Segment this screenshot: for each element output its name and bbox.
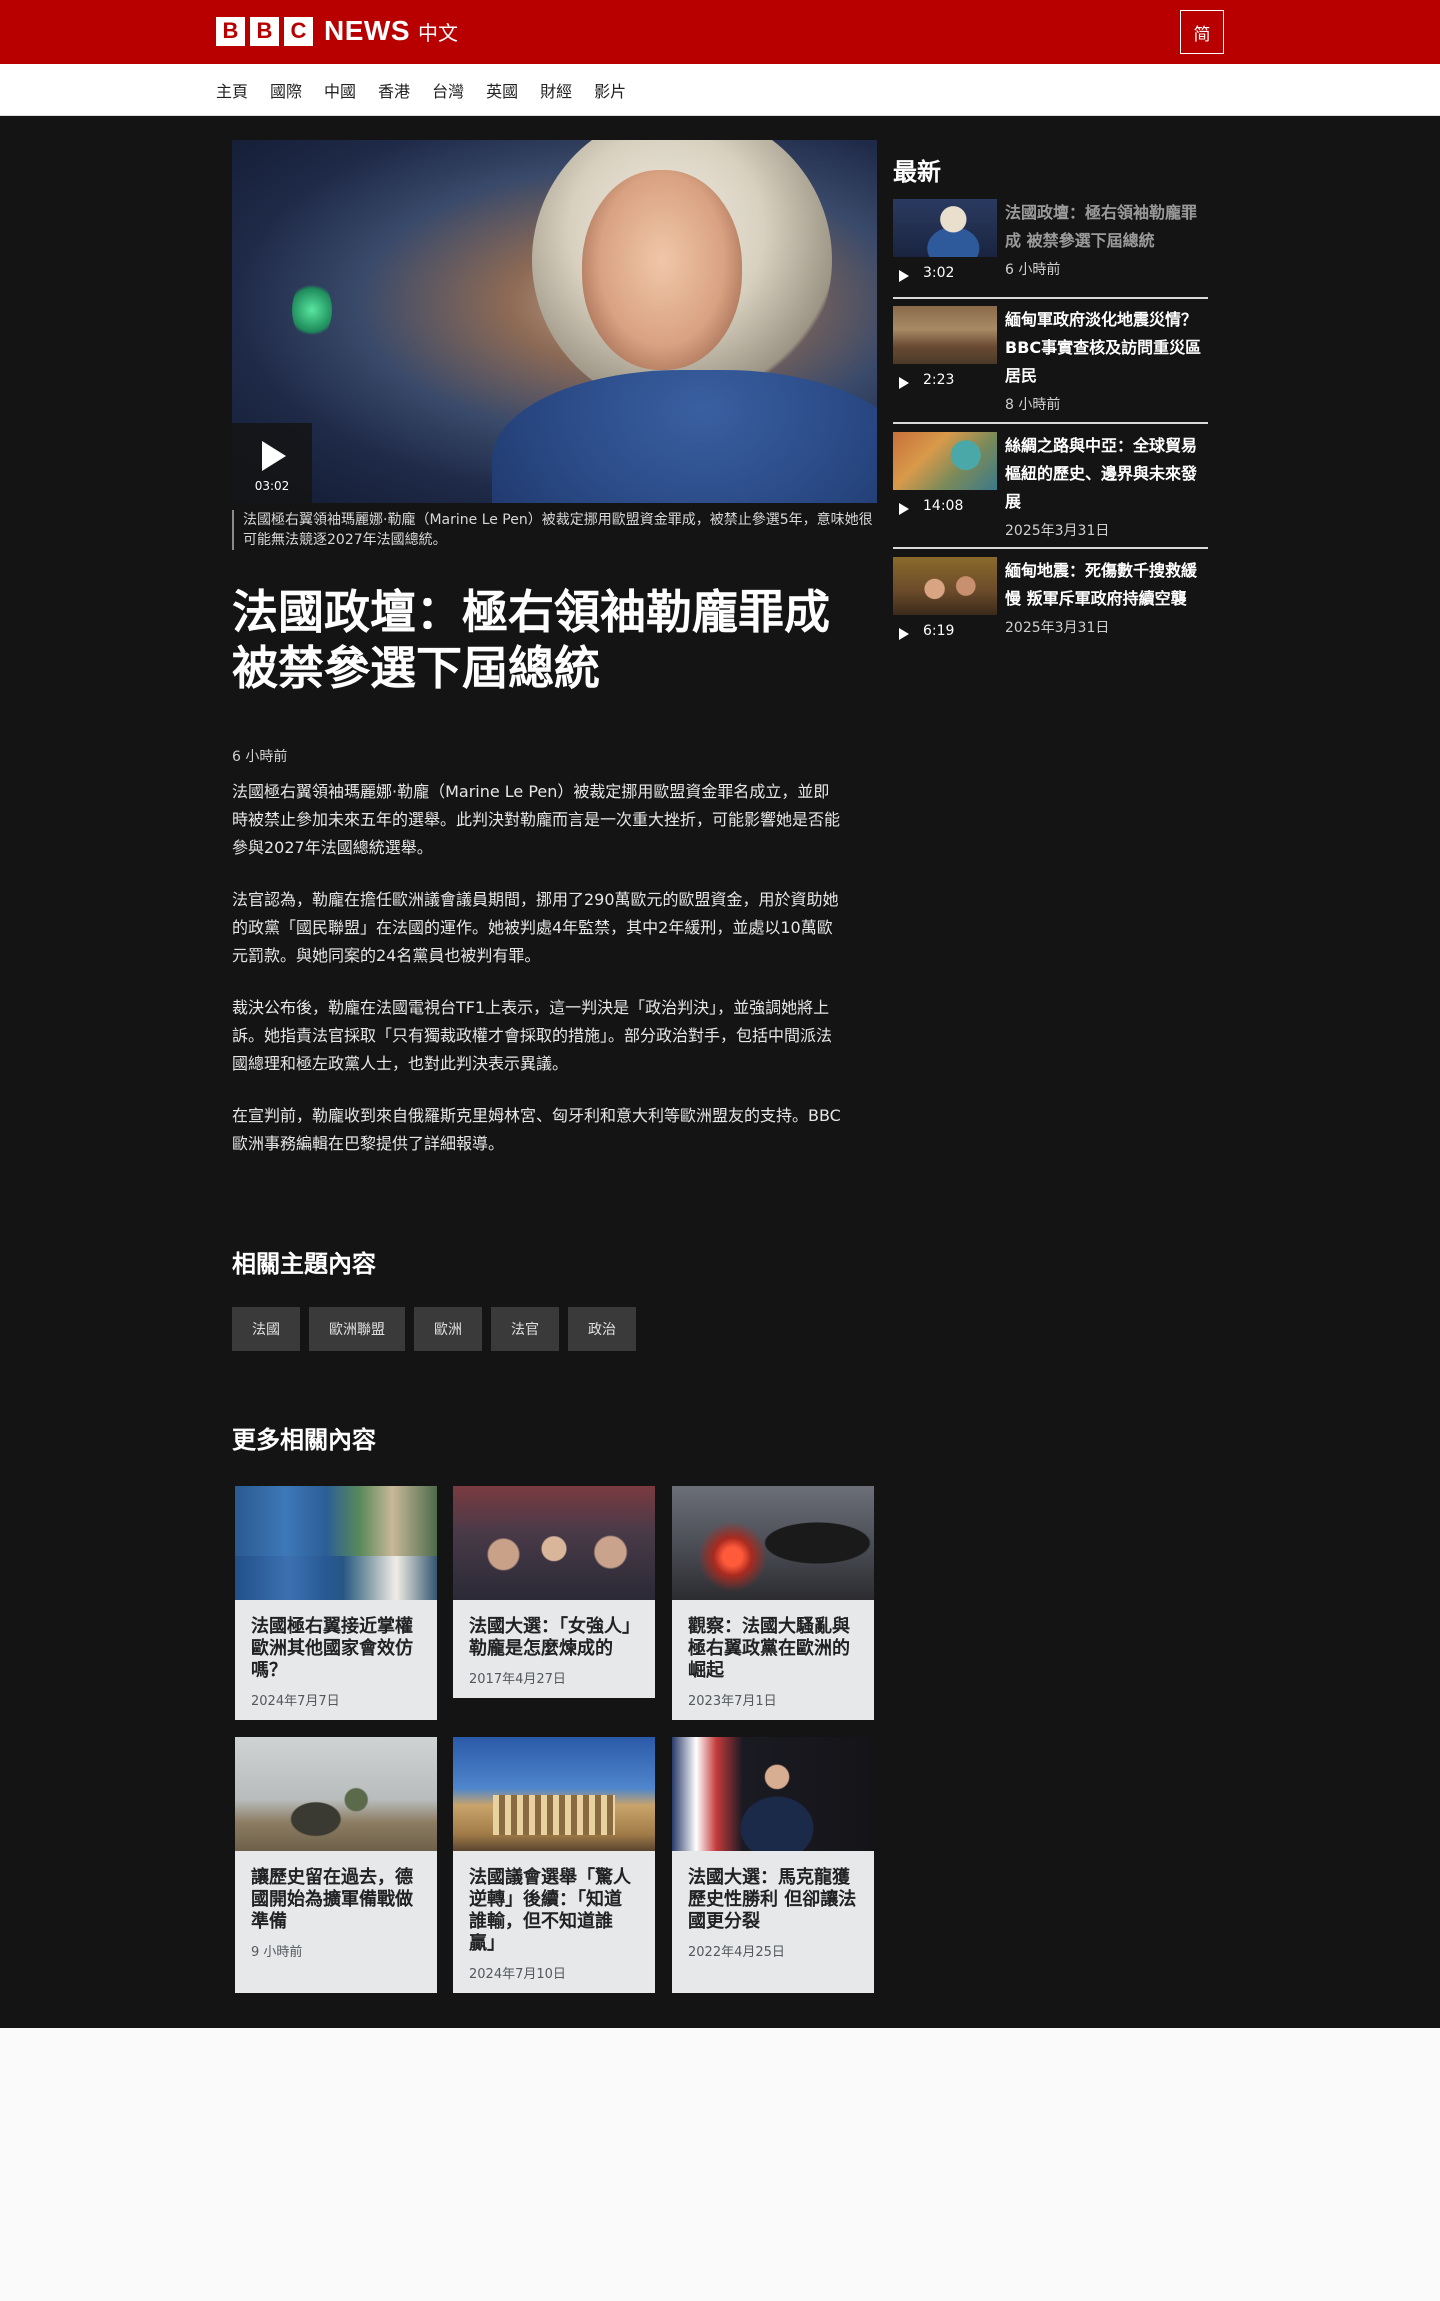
- latest-item-duration: 3:02: [923, 265, 955, 281]
- card-image-riot: [672, 1486, 874, 1600]
- hero-image-bokeh: [292, 280, 332, 340]
- latest-item-time: 2025年3月31日: [1005, 620, 1110, 636]
- nav-item-uk[interactable]: 英國: [486, 78, 518, 102]
- card-date: 2024年7月7日: [251, 1694, 340, 1709]
- latest-item[interactable]: 6:19 緬甸地震：死傷數千搜救緩慢 叛軍斥軍政府持續空襲 2025年3月31日: [893, 557, 1208, 647]
- main-navigation: 主頁 國際 中國 香港 台灣 英國 財經 影片: [0, 64, 1440, 116]
- play-icon: [899, 377, 909, 389]
- article-paragraph: 法國極右翼領袖瑪麗娜·勒龐（Marine Le Pen）被裁定挪用歐盟資金罪名成…: [232, 782, 841, 857]
- latest-item-thumbnail: [893, 557, 997, 615]
- video-duration: 03:02: [254, 479, 290, 493]
- card-title: 法國大選：「女強人」勒龐是怎麼煉成的: [469, 1616, 631, 1659]
- latest-item-title[interactable]: 緬甸地震：死傷數千搜救緩慢 叛軍斥軍政府持續空襲: [1005, 557, 1205, 613]
- topic-tags: 法國 歐洲聯盟 歐洲 法官 政治: [232, 1307, 645, 1351]
- nav-item-taiwan[interactable]: 台灣: [432, 78, 464, 102]
- card-title: 法國議會選舉「驚人逆轉」後續：「知道誰輸，但不知道誰贏」: [469, 1867, 631, 1954]
- play-icon: [899, 628, 909, 640]
- card-title: 法國大選：馬克龍獲歷史性勝利 但卻讓法國更分裂: [688, 1867, 857, 1932]
- article-body: 法國極右翼領袖瑪麗娜·勒龐（Marine Le Pen）被裁定挪用歐盟資金罪名成…: [232, 778, 844, 1182]
- topic-tag-france[interactable]: 法國: [232, 1307, 300, 1351]
- latest-title: 最新: [893, 158, 941, 186]
- topic-tag-politics[interactable]: 政治: [568, 1307, 636, 1351]
- article-paragraph: 法官認為，勒龐在擔任歐洲議會議員期間，挪用了290萬歐元的歐盟資金，用於資助她的…: [232, 890, 839, 965]
- nav-item-international[interactable]: 國際: [270, 78, 302, 102]
- more-related-title: 更多相關內容: [232, 1426, 376, 1454]
- card-date: 2017年4月27日: [469, 1672, 566, 1687]
- nav-item-business[interactable]: 財經: [540, 78, 572, 102]
- latest-item-title[interactable]: 絲綢之路與中亞：全球貿易樞紐的歷史、邊界與未來發展: [1005, 432, 1205, 516]
- nav-item-hong-kong[interactable]: 香港: [378, 78, 410, 102]
- latest-item-duration: 14:08: [923, 498, 964, 514]
- article-paragraph: 在宣判前，勒龐收到來自俄羅斯克里姆林宮、匈牙利和意大利等歐洲盟友的支持。BBC歐…: [232, 1106, 841, 1153]
- top-header: B B C NEWS 中文 简: [0, 0, 1440, 64]
- card-image-crowd: [453, 1486, 655, 1600]
- latest-item-time: 2025年3月31日: [1005, 523, 1110, 539]
- latest-item-thumbnail: [893, 199, 997, 257]
- hero-image-coat: [492, 370, 877, 503]
- simplified-chinese-toggle-button[interactable]: 简: [1180, 10, 1224, 54]
- play-icon: [899, 270, 909, 282]
- card-date: 2024年7月10日: [469, 1967, 566, 1982]
- latest-item-time: 8 小時前: [1005, 397, 1061, 413]
- nav-item-china[interactable]: 中國: [324, 78, 356, 102]
- card-image-parliament: [453, 1737, 655, 1851]
- topic-tag-europe[interactable]: 歐洲: [414, 1307, 482, 1351]
- related-card[interactable]: 讓歷史留在過去，德國開始為擴軍備戰做準備 9 小時前: [235, 1737, 437, 1993]
- related-card[interactable]: 法國大選：「女強人」勒龐是怎麼煉成的 2017年4月27日: [453, 1486, 655, 1698]
- related-topics-title: 相關主題內容: [232, 1250, 376, 1278]
- divider: [893, 547, 1208, 549]
- latest-item-thumbnail: [893, 306, 997, 364]
- logo-letter-c: C: [284, 16, 313, 46]
- play-button[interactable]: 03:02: [232, 423, 312, 503]
- card-image-macron: [672, 1737, 874, 1851]
- article-paragraph: 裁決公布後，勒龐在法國電視台TF1上表示，這一判決是「政治判決」，並強調她將上訴…: [232, 998, 833, 1073]
- video-caption: 法國極右翼領袖瑪麗娜·勒龐（Marine Le Pen）被裁定挪用歐盟資金罪成，…: [232, 510, 877, 550]
- topic-tag-judge[interactable]: 法官: [491, 1307, 559, 1351]
- related-card[interactable]: 觀察：法國大騷亂與極右翼政黨在歐洲的崛起 2023年7月1日: [672, 1486, 874, 1720]
- hero-image-face: [582, 170, 742, 370]
- card-date: 2023年7月1日: [688, 1694, 777, 1709]
- related-card[interactable]: 法國極右翼接近掌權 歐洲其他國家會效仿嗎？ 2024年7月7日: [235, 1486, 437, 1720]
- latest-item-title[interactable]: 緬甸軍政府淡化地震災情？BBC事實查核及訪問重災區居民: [1005, 306, 1205, 390]
- latest-item[interactable]: 2:23 緬甸軍政府淡化地震災情？BBC事實查核及訪問重災區居民 8 小時前: [893, 306, 1208, 416]
- logo-letter-b1: B: [216, 16, 245, 46]
- card-title: 觀察：法國大騷亂與極右翼政黨在歐洲的崛起: [688, 1616, 850, 1681]
- latest-item-duration: 6:19: [923, 623, 955, 639]
- play-icon: [899, 503, 909, 515]
- card-image-campaign-posters: [235, 1486, 437, 1600]
- card-date: 2022年4月25日: [688, 1945, 785, 1960]
- nav-item-home[interactable]: 主頁: [216, 78, 248, 102]
- latest-item[interactable]: 14:08 絲綢之路與中亞：全球貿易樞紐的歷史、邊界與未來發展 2025年3月3…: [893, 432, 1208, 542]
- divider: [893, 422, 1208, 424]
- nav-item-video[interactable]: 影片: [594, 78, 626, 102]
- related-card[interactable]: 法國大選：馬克龍獲歷史性勝利 但卻讓法國更分裂 2022年4月25日: [672, 1737, 874, 1993]
- latest-item[interactable]: 3:02 法國政壇：極右領袖勒龐罪成 被禁參選下屆總統 6 小時前: [893, 199, 1208, 289]
- logo-letter-b2: B: [250, 16, 279, 46]
- published-time: 6 小時前: [232, 749, 288, 765]
- logo-news-text: NEWS: [324, 15, 410, 46]
- bbc-news-logo[interactable]: B B C NEWS 中文: [216, 15, 458, 46]
- card-title: 法國極右翼接近掌權 歐洲其他國家會效仿嗎？: [251, 1616, 413, 1681]
- card-image-tank: [235, 1737, 437, 1851]
- latest-item-thumbnail: [893, 432, 997, 490]
- play-icon: [262, 441, 286, 471]
- article-headline: 法國政壇：極右領袖勒龐罪成 被禁參選下屆總統: [232, 585, 830, 695]
- card-title: 讓歷史留在過去，德國開始為擴軍備戰做準備: [251, 1867, 413, 1932]
- related-card[interactable]: 法國議會選舉「驚人逆轉」後續：「知道誰輸，但不知道誰贏」 2024年7月10日: [453, 1737, 655, 1993]
- latest-item-time: 6 小時前: [1005, 262, 1061, 278]
- latest-item-title[interactable]: 法國政壇：極右領袖勒龐罪成 被禁參選下屆總統: [1005, 199, 1205, 255]
- logo-language-text: 中文: [418, 20, 458, 45]
- card-date: 9 小時前: [251, 1945, 303, 1960]
- hero-video-player[interactable]: 03:02: [232, 140, 877, 503]
- topic-tag-eu[interactable]: 歐洲聯盟: [309, 1307, 405, 1351]
- divider: [893, 297, 1208, 299]
- latest-item-duration: 2:23: [923, 372, 955, 388]
